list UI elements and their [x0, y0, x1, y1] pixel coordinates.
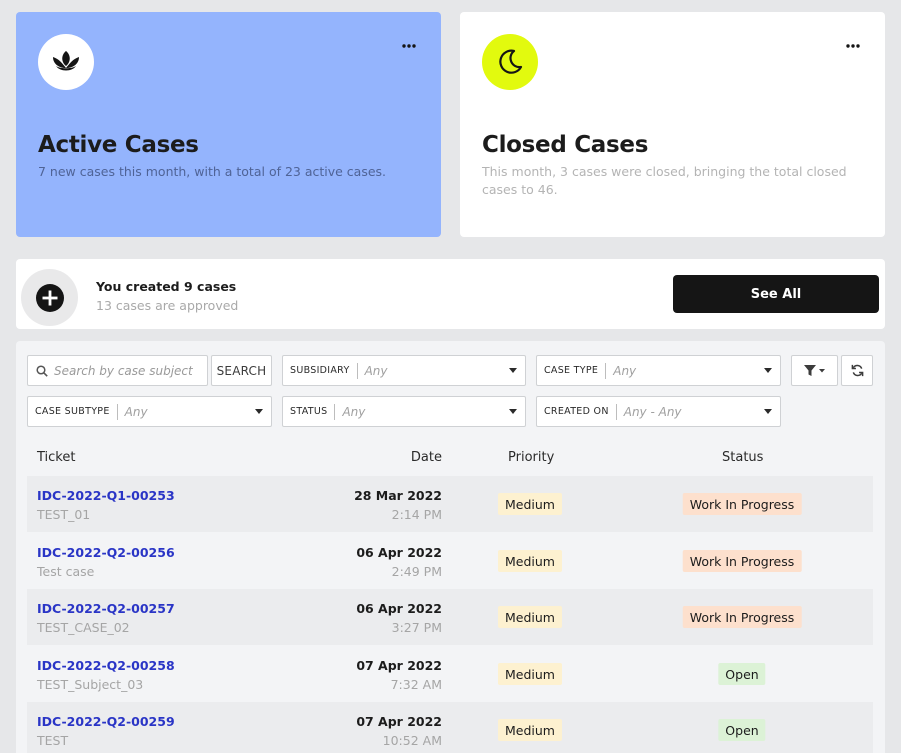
- priority-badge: Medium: [498, 606, 562, 628]
- column-header-ticket[interactable]: Ticket: [37, 450, 75, 465]
- case-type-value: Any: [613, 363, 637, 378]
- chevron-down-icon: [764, 368, 772, 373]
- column-header-date[interactable]: Date: [411, 450, 442, 465]
- status-badge: Open: [718, 719, 766, 741]
- ticket-id-link[interactable]: IDC-2022-Q1-00253: [37, 488, 175, 503]
- ticket-time: 2:49 PM: [391, 564, 442, 579]
- ticket-date: 07 Apr 2022: [356, 714, 442, 729]
- chevron-down-icon: [509, 368, 517, 373]
- ticket-date: 28 Mar 2022: [354, 488, 442, 503]
- chevron-down-icon: [509, 409, 517, 414]
- table-row[interactable]: IDC-2022-Q1-00253 TEST_01 28 Mar 2022 2:…: [27, 476, 873, 532]
- created-cases-bar: You created 9 cases 13 cases are approve…: [16, 259, 885, 329]
- ticket-id-link[interactable]: IDC-2022-Q2-00256: [37, 545, 175, 560]
- status-label: STATUS: [290, 403, 336, 420]
- more-options-icon[interactable]: [843, 36, 863, 56]
- priority-badge: Medium: [498, 663, 562, 685]
- priority-badge: Medium: [498, 493, 562, 515]
- ticket-time: 3:27 PM: [391, 620, 442, 635]
- search-button[interactable]: SEARCH: [211, 355, 272, 386]
- ticket-time: 7:32 AM: [390, 677, 442, 692]
- lotus-icon: [38, 34, 94, 90]
- case-subtype-select[interactable]: CASE SUBTYPE Any: [27, 396, 272, 427]
- column-header-status[interactable]: Status: [722, 450, 763, 465]
- subsidiary-label: SUBSIDIARY: [290, 362, 358, 379]
- more-options-icon[interactable]: [399, 36, 419, 56]
- created-on-label: CREATED ON: [544, 403, 617, 420]
- chevron-down-icon: [255, 409, 263, 414]
- ticket-date: 06 Apr 2022: [356, 545, 442, 560]
- status-select[interactable]: STATUS Any: [282, 396, 526, 427]
- see-all-button[interactable]: See All: [673, 275, 879, 313]
- status-badge: Work In Progress: [682, 550, 802, 572]
- add-case-button[interactable]: [21, 269, 78, 326]
- ticket-subject: TEST: [37, 733, 69, 748]
- column-header-priority[interactable]: Priority: [508, 450, 554, 465]
- plus-circle-icon: [35, 283, 64, 312]
- status-value: Any: [342, 404, 366, 419]
- search-icon: [36, 364, 48, 377]
- ticket-id-link[interactable]: IDC-2022-Q2-00258: [37, 658, 175, 673]
- case-type-select[interactable]: CASE TYPE Any: [536, 355, 781, 386]
- case-type-label: CASE TYPE: [544, 362, 607, 379]
- approved-count-subtitle: 13 cases are approved: [96, 298, 239, 313]
- case-subtype-value: Any: [124, 404, 148, 419]
- created-count-title: You created 9 cases: [96, 279, 237, 294]
- status-badge: Work In Progress: [682, 606, 802, 628]
- ticket-subject: TEST_CASE_02: [37, 620, 130, 635]
- ticket-date: 06 Apr 2022: [356, 601, 442, 616]
- table-row[interactable]: IDC-2022-Q2-00257 TEST_CASE_02 06 Apr 20…: [27, 589, 873, 645]
- refresh-icon: [851, 364, 863, 377]
- priority-badge: Medium: [498, 719, 562, 741]
- subsidiary-select[interactable]: SUBSIDIARY Any: [282, 355, 526, 386]
- table-row[interactable]: IDC-2022-Q2-00256 Test case 06 Apr 2022 …: [27, 533, 873, 589]
- ticket-subject: TEST_01: [37, 507, 91, 522]
- search-input[interactable]: Search by case subject: [27, 355, 208, 386]
- table-row[interactable]: IDC-2022-Q2-00259 TEST 07 Apr 2022 10:52…: [27, 702, 873, 753]
- created-on-select[interactable]: CREATED ON Any - Any: [536, 396, 781, 427]
- filter-icon: [803, 364, 825, 376]
- ticket-id-link[interactable]: IDC-2022-Q2-00257: [37, 601, 175, 616]
- status-badge: Open: [718, 663, 766, 685]
- ticket-id-link[interactable]: IDC-2022-Q2-00259: [37, 714, 175, 729]
- ticket-subject: Test case: [37, 564, 95, 579]
- status-badge: Work In Progress: [682, 493, 802, 515]
- active-cases-card[interactable]: Active Cases 7 new cases this month, wit…: [16, 12, 441, 237]
- closed-cases-card[interactable]: Closed Cases This month, 3 cases were cl…: [460, 12, 885, 237]
- table-row[interactable]: IDC-2022-Q2-00258 TEST_Subject_03 07 Apr…: [27, 646, 873, 702]
- created-on-value: Any - Any: [623, 404, 682, 419]
- chevron-down-icon: [764, 409, 772, 414]
- card-description: 7 new cases this month, with a total of …: [38, 164, 387, 179]
- card-title: Active Cases: [38, 132, 199, 158]
- refresh-button[interactable]: [841, 355, 873, 386]
- case-subtype-label: CASE SUBTYPE: [35, 403, 118, 420]
- filter-button[interactable]: [791, 355, 838, 386]
- ticket-subject: TEST_Subject_03: [37, 677, 144, 692]
- subsidiary-value: Any: [364, 363, 388, 378]
- priority-badge: Medium: [498, 550, 562, 572]
- moon-icon: [482, 34, 538, 90]
- ticket-time: 10:52 AM: [382, 733, 442, 748]
- card-description: This month, 3 cases were closed, bringin…: [482, 164, 847, 197]
- card-title: Closed Cases: [482, 132, 649, 158]
- search-placeholder: Search by case subject: [54, 363, 193, 378]
- ticket-time: 2:14 PM: [391, 507, 442, 522]
- cases-panel: Search by case subject SEARCH SUBSIDIARY…: [16, 341, 885, 753]
- ticket-date: 07 Apr 2022: [356, 658, 442, 673]
